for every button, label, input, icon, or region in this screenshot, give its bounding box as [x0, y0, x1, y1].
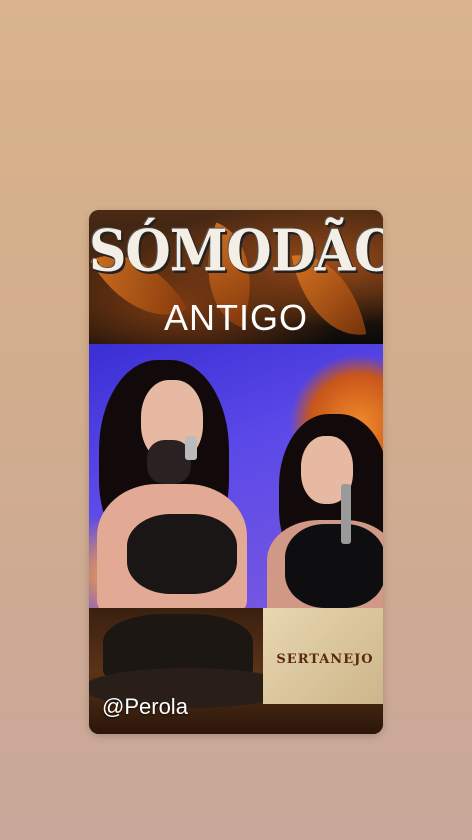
sertanejo-label: SERTANEJO	[276, 652, 374, 667]
video-title-sub: ANTIGO	[163, 297, 308, 338]
video-title-main: SÓMODÃO	[89, 217, 383, 285]
story-video-card[interactable]: SÓMODÃO ANTIGO SERTANEJO @Perola	[89, 210, 383, 734]
bottom-banner: SERTANEJO @Perola	[89, 608, 383, 734]
title-banner: SÓMODÃO ANTIGO	[89, 210, 383, 345]
sertanejo-logo: SERTANEJO	[263, 608, 383, 704]
stage-photo	[89, 344, 383, 608]
username-label[interactable]: @Perola	[102, 694, 188, 720]
